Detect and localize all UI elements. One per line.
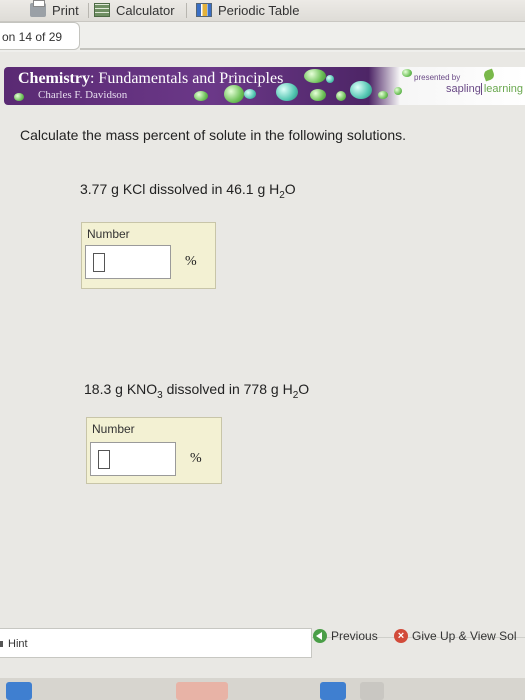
- question-bar-rule: [80, 48, 525, 50]
- molecule-icon: [224, 85, 244, 103]
- molecule-icon: [394, 87, 402, 95]
- periodic-table-icon: [196, 3, 212, 17]
- presented-by: presented by: [414, 73, 461, 82]
- molecule-icon: [402, 69, 412, 77]
- molecule-icon: [350, 81, 372, 99]
- os-taskbar: [0, 678, 525, 700]
- taskbar-app-icon[interactable]: [320, 682, 346, 700]
- problem-1-statement: 3.77 g KCl dissolved in 46.1 g H2O: [80, 181, 296, 201]
- answer-2-label: Number: [92, 422, 135, 436]
- calculator-icon: [94, 3, 110, 17]
- problem-2-text-mid: dissolved in 778 g H: [162, 381, 293, 397]
- molecule-icon: [244, 89, 256, 99]
- molecule-icon: [14, 93, 24, 101]
- course-banner: Chemistry: Fundamentals and Principles C…: [4, 67, 525, 105]
- question-instruction: Calculate the mass percent of solute in …: [20, 127, 406, 143]
- problem-2-statement: 18.3 g KNO3 dissolved in 778 g H2O: [84, 381, 309, 401]
- print-label: Print: [52, 2, 79, 18]
- molecule-icon: [310, 89, 326, 101]
- answer-1-unit: %: [185, 254, 197, 269]
- molecule-icon: [304, 69, 326, 83]
- give-up-button[interactable]: × Give Up & View Sol: [394, 625, 517, 647]
- taskbar-app-icon[interactable]: [176, 682, 228, 700]
- molecule-icon: [194, 91, 208, 101]
- answer-2-caret: [98, 450, 110, 469]
- course-author: Charles F. Davidson: [38, 89, 128, 101]
- sapling-learning-logo: sapling learning: [446, 83, 523, 95]
- answer-2-input[interactable]: [90, 442, 176, 476]
- answer-1-input[interactable]: [85, 245, 171, 279]
- problem-2-text-end: O: [298, 381, 310, 397]
- hint-label: Hint: [8, 638, 28, 650]
- answer-1-label: Number: [87, 227, 130, 241]
- problem-1-text-end: O: [284, 181, 296, 197]
- taskbar-app-icon[interactable]: [360, 682, 384, 700]
- problem-2-text: 18.3 g KNO: [84, 381, 158, 397]
- periodic-table-button[interactable]: Periodic Table: [196, 1, 299, 19]
- print-button[interactable]: Print: [30, 0, 79, 19]
- course-title-bold: Chemistry: [18, 70, 90, 87]
- previous-arrow-icon: [313, 629, 327, 643]
- top-toolbar: Print Calculator Periodic Table: [0, 0, 525, 22]
- answer-1-caret: [93, 253, 105, 272]
- calculator-label: Calculator: [116, 2, 175, 18]
- molecule-icon: [378, 91, 388, 99]
- molecule-icon: [336, 91, 346, 101]
- hint-button[interactable]: Hint: [0, 628, 312, 658]
- question-counter: on 14 of 29: [0, 22, 80, 50]
- calculator-button[interactable]: Calculator: [94, 1, 175, 19]
- molecule-icon: [326, 75, 334, 83]
- sapling-leaf-icon: [482, 68, 496, 82]
- answer-box-2: Number %: [86, 417, 222, 484]
- periodic-table-label: Periodic Table: [218, 2, 300, 18]
- brand-sapling: sapling: [446, 83, 481, 95]
- molecule-icon: [276, 83, 298, 101]
- taskbar-app-icon[interactable]: [6, 682, 32, 700]
- brand-learning: learning: [480, 83, 523, 95]
- course-title-rest: : Fundamentals and Principles: [89, 70, 284, 87]
- problem-1-text: 3.77 g KCl dissolved in 46.1 g H: [80, 181, 280, 197]
- toolbar-divider: [186, 3, 187, 18]
- question-bar: on 14 of 29: [0, 22, 525, 52]
- give-up-label: Give Up & View Sol: [412, 629, 517, 643]
- course-title: Chemistry: Fundamentals and Principles: [18, 70, 283, 88]
- printer-icon: [30, 0, 46, 17]
- close-circle-icon: ×: [394, 629, 408, 643]
- answer-box-1: Number %: [81, 222, 216, 289]
- toolbar-divider: [88, 3, 89, 18]
- previous-label: Previous: [331, 629, 378, 643]
- answer-2-unit: %: [190, 451, 202, 466]
- previous-button[interactable]: Previous: [313, 625, 378, 647]
